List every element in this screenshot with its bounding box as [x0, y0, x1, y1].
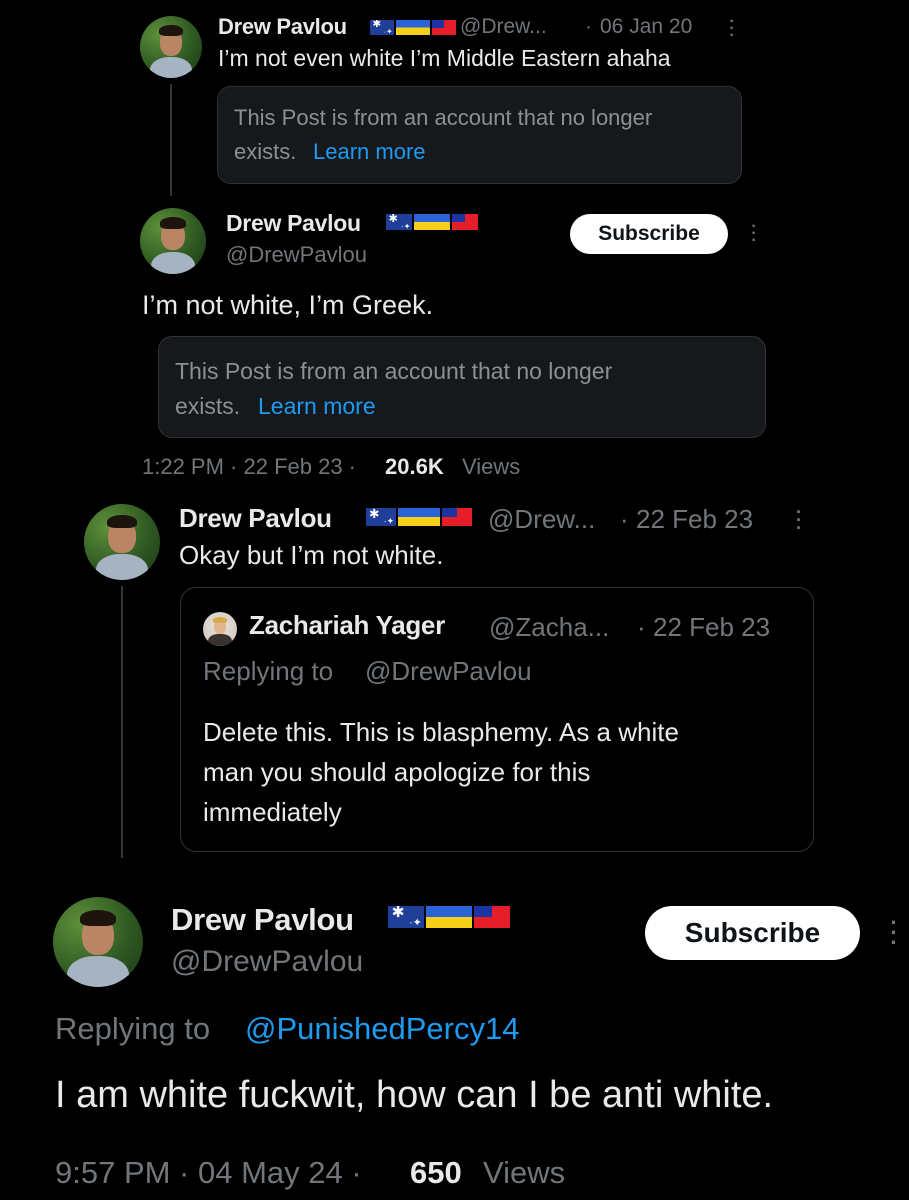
- post-text: I am white fuckwit, how can I be anti wh…: [55, 1074, 774, 1116]
- more-vertical-icon[interactable]: · · ·: [792, 503, 806, 537]
- unavailable-post-notice[interactable]: This Post is from an account that no lon…: [158, 336, 766, 438]
- views-count: 650: [410, 1155, 462, 1190]
- ukraine-flag-icon: [396, 20, 430, 35]
- avatar[interactable]: [140, 16, 202, 78]
- author-handle[interactable]: @DrewPavlou: [226, 242, 367, 268]
- learn-more-link[interactable]: Learn more: [258, 393, 376, 420]
- quoted-text-line-1: Delete this. This is blasphemy. As a whi…: [203, 717, 679, 747]
- unavailable-post-notice[interactable]: This Post is from an account that no lon…: [217, 86, 742, 184]
- author-handle[interactable]: @Drew...: [460, 15, 547, 39]
- flag-emojis: [388, 906, 510, 928]
- more-vertical-icon[interactable]: · · ·: [886, 912, 902, 954]
- post-text: I’m not white, I’m Greek.: [142, 290, 434, 320]
- ukraine-flag-icon: [426, 906, 472, 928]
- taiwan-flag-icon: [442, 508, 472, 526]
- flag-emojis: [366, 508, 472, 526]
- avatar[interactable]: [53, 897, 143, 987]
- replying-to-label: Replying to: [55, 1011, 211, 1046]
- quoted-post[interactable]: Zachariah Yager @Zacha... · 22 Feb 23 Re…: [180, 587, 814, 852]
- notice-text: This Post is from an account that no lon…: [175, 358, 613, 384]
- more-vertical-icon[interactable]: · · ·: [726, 14, 738, 44]
- avatar[interactable]: [84, 504, 160, 580]
- post-date[interactable]: 06 Jan 20: [600, 15, 692, 39]
- author-name[interactable]: Drew Pavlou: [179, 503, 332, 534]
- quoted-text-line-2: man you should apologize for this: [203, 757, 591, 787]
- flag-emojis: [386, 214, 478, 230]
- replying-to-label: Replying to: [203, 656, 334, 686]
- author-handle[interactable]: @DrewPavlou: [171, 945, 363, 979]
- views-label: Views: [483, 1155, 566, 1190]
- thread-line: [121, 586, 123, 858]
- post-text: I’m not even white I’m Middle Eastern ah…: [218, 45, 671, 71]
- taiwan-flag-icon: [432, 20, 456, 35]
- ukraine-flag-icon: [414, 214, 450, 230]
- australia-flag-icon: [366, 508, 396, 526]
- notice-text-2: exists.: [175, 393, 241, 419]
- thread-line: [170, 84, 172, 196]
- quoted-post-date[interactable]: 22 Feb 23: [653, 612, 770, 643]
- replying-to-handle[interactable]: @PunishedPercy14: [245, 1011, 519, 1047]
- author-name[interactable]: Drew Pavlou: [218, 14, 347, 40]
- flag-emojis: [370, 20, 456, 35]
- taiwan-flag-icon: [474, 906, 510, 928]
- subscribe-button[interactable]: Subscribe: [645, 906, 860, 960]
- learn-more-link[interactable]: Learn more: [313, 139, 426, 165]
- more-vertical-icon[interactable]: · · ·: [748, 219, 760, 249]
- post-text: Okay but I’m not white.: [179, 540, 444, 570]
- australia-flag-icon: [370, 20, 394, 35]
- quoted-author-name[interactable]: Zachariah Yager: [249, 610, 445, 641]
- author-name[interactable]: Drew Pavlou: [171, 902, 354, 938]
- notice-text: This Post is from an account that no lon…: [234, 105, 653, 130]
- australia-flag-icon: [386, 214, 412, 230]
- australia-flag-icon: [388, 906, 424, 928]
- post-timestamp[interactable]: 1:22 PM · 22 Feb 23 ·: [142, 454, 356, 480]
- ukraine-flag-icon: [398, 508, 440, 526]
- views-label: Views: [462, 454, 521, 479]
- subscribe-button[interactable]: Subscribe: [570, 214, 728, 254]
- replying-to-handle[interactable]: @DrewPavlou: [365, 656, 532, 687]
- avatar[interactable]: [140, 208, 206, 274]
- author-name[interactable]: Drew Pavlou: [226, 210, 361, 237]
- quoted-avatar[interactable]: [203, 612, 237, 646]
- quoted-author-handle[interactable]: @Zacha...: [489, 612, 609, 643]
- taiwan-flag-icon: [452, 214, 478, 230]
- post-timestamp[interactable]: 9:57 PM · 04 May 24 ·: [55, 1155, 362, 1191]
- separator: ·: [585, 15, 592, 38]
- author-handle[interactable]: @Drew...: [488, 504, 595, 535]
- separator: ·: [637, 612, 646, 642]
- notice-text-2: exists.: [234, 139, 297, 164]
- post-date[interactable]: 22 Feb 23: [636, 504, 753, 535]
- views-count: 20.6K: [385, 454, 444, 479]
- separator: ·: [620, 504, 629, 534]
- quoted-text-line-3: immediately: [203, 797, 342, 827]
